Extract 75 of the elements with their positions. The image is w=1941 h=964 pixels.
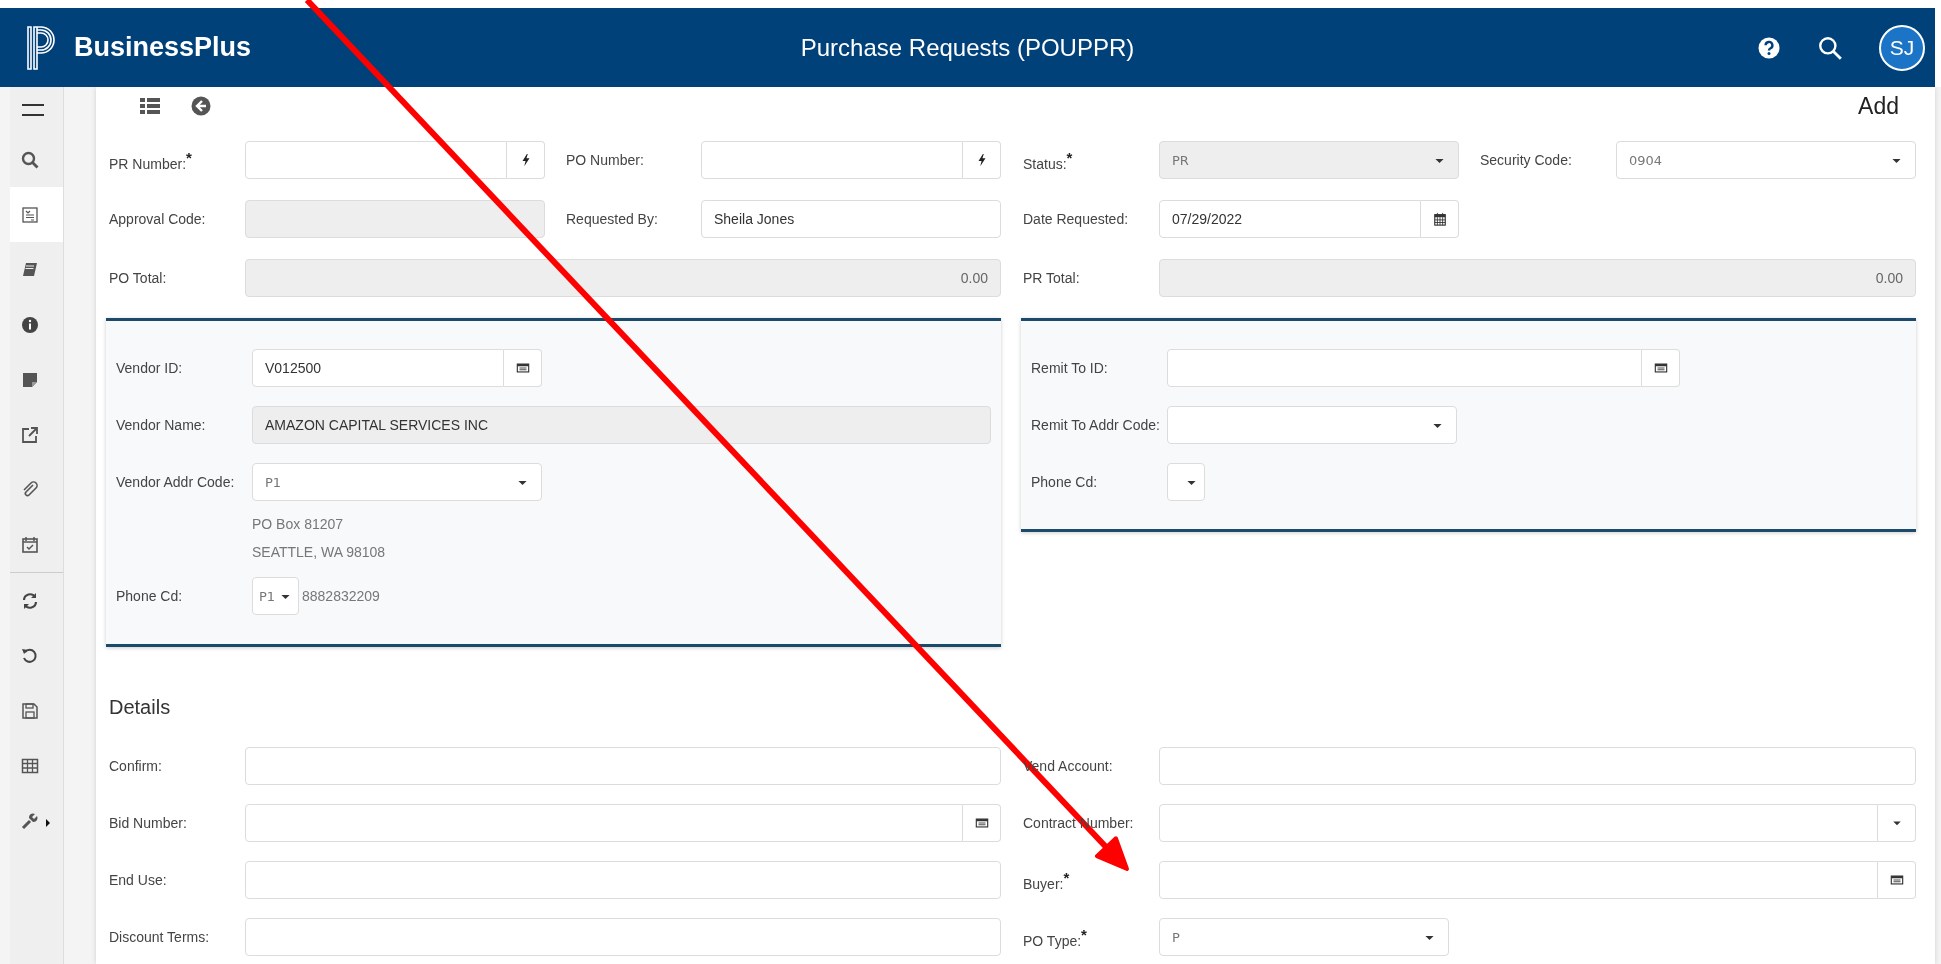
input-field[interactable] — [245, 918, 1001, 956]
card-icon — [515, 361, 530, 375]
field-label: Phone Cd: — [116, 588, 184, 604]
undo-icon — [21, 646, 39, 665]
app-name: BusinessPlus — [74, 32, 252, 63]
field-label: Confirm: — [109, 758, 163, 774]
input-field[interactable]: V012500 — [252, 349, 504, 387]
field-label: Vendor Name: — [116, 417, 207, 433]
back-icon[interactable] — [191, 96, 211, 116]
paperclip-icon — [21, 480, 39, 499]
input-field[interactable] — [701, 141, 963, 179]
select-field[interactable]: P — [1159, 918, 1449, 956]
field-label: Requested By: — [566, 211, 659, 227]
input-field[interactable]: Sheila Jones — [701, 200, 1001, 238]
address-line: PO Box 81207 — [252, 515, 345, 534]
picker-button[interactable] — [963, 804, 1001, 842]
field-label: PO Number: — [566, 152, 645, 168]
select-field[interactable] — [1167, 463, 1205, 501]
input-field[interactable] — [1167, 349, 1642, 387]
phone-number: 8882832209 — [302, 588, 380, 604]
page-title: Purchase Requests (POUPPR) — [800, 33, 1135, 62]
field-label: Bid Number: — [109, 815, 188, 831]
select-field[interactable] — [1167, 406, 1457, 444]
input-field[interactable]: 07/29/2022 — [1159, 200, 1421, 238]
picker-button[interactable] — [504, 349, 542, 387]
field-label: Phone Cd: — [1031, 474, 1099, 490]
input-field[interactable] — [245, 804, 963, 842]
lookup-button[interactable] — [507, 141, 545, 179]
book-icon — [21, 260, 39, 279]
picker-button[interactable] — [1642, 349, 1680, 387]
calendar-icon — [1432, 212, 1447, 226]
field-label: Vendor ID: — [116, 360, 184, 376]
field-label: Vendor Addr Code: — [116, 474, 236, 490]
user-avatar[interactable]: SJ — [1879, 24, 1925, 71]
field-label: PO Total: — [109, 270, 168, 286]
input-field[interactable] — [1159, 804, 1878, 842]
wrench-icon — [21, 811, 51, 830]
form-icon — [21, 205, 39, 224]
input-field[interactable] — [1159, 747, 1916, 785]
address-line: SEATTLE, WA 98108 — [252, 543, 387, 562]
calendar-button[interactable] — [1421, 200, 1459, 238]
field-label: End Use: — [109, 872, 168, 888]
table-icon — [21, 756, 39, 775]
card-icon — [1653, 361, 1668, 375]
select-field[interactable]: P1 — [252, 463, 542, 501]
select-field[interactable]: P1 — [252, 577, 300, 615]
lookup-button[interactable] — [963, 141, 1001, 179]
refresh-icon — [21, 591, 39, 610]
logo-icon — [26, 24, 56, 71]
field-label: Remit To ID: — [1031, 360, 1109, 376]
field-label: Date Requested: — [1023, 211, 1130, 227]
card-icon — [1889, 873, 1904, 887]
select-field[interactable]: 0904 — [1616, 141, 1916, 179]
picker-button[interactable] — [1878, 861, 1916, 899]
input-field[interactable] — [245, 141, 507, 179]
info-icon — [21, 315, 39, 334]
input-field[interactable] — [245, 747, 1001, 785]
field-label: Discount Terms: — [109, 929, 211, 945]
field-label: PR Total: — [1023, 270, 1081, 286]
calendar-check-icon — [21, 535, 39, 554]
field-label: Remit To Addr Code: — [1031, 417, 1161, 433]
help-icon[interactable] — [1757, 35, 1781, 60]
mode-label: Add — [1858, 92, 1899, 120]
note-icon — [21, 370, 39, 389]
field-label: Approval Code: — [109, 211, 207, 227]
save-icon — [21, 701, 39, 720]
card-icon — [974, 816, 989, 830]
external-link-icon — [21, 425, 39, 444]
field-label: Security Code: — [1480, 152, 1573, 168]
section-title: Details — [109, 695, 172, 719]
search-icon — [21, 150, 39, 169]
search-icon[interactable] — [1817, 34, 1843, 61]
list-icon[interactable] — [139, 97, 161, 115]
input-field[interactable] — [1159, 861, 1878, 899]
input-field[interactable] — [245, 861, 1001, 899]
